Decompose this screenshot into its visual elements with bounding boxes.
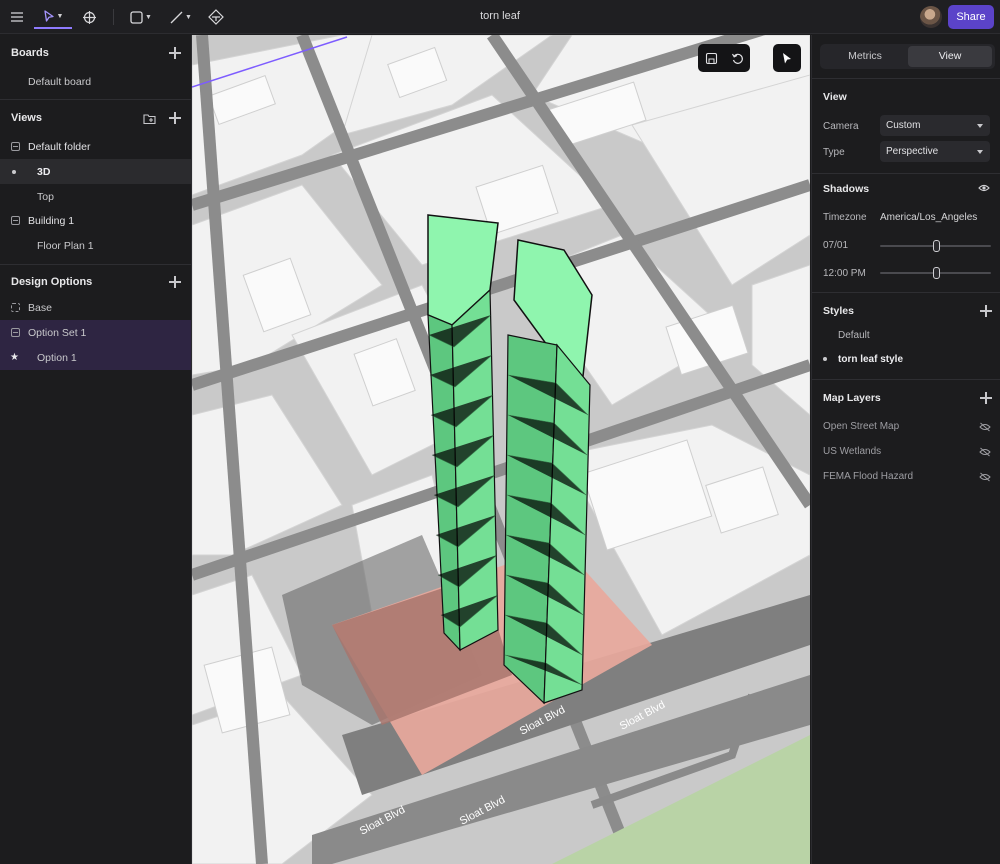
add-view-icon[interactable] <box>168 111 182 125</box>
add-layer-icon[interactable] <box>979 391 993 405</box>
share-button[interactable]: Share <box>948 5 994 29</box>
map-canvas[interactable]: Sloat Blvd Sloat Blvd Sloat Blvd Sloat B… <box>192 35 810 864</box>
folder-label: Building 1 <box>28 214 75 227</box>
board-item-label: Default board <box>28 75 92 88</box>
tab-metrics[interactable]: Metrics <box>823 46 907 67</box>
design-options-heading: Design Options <box>11 276 93 288</box>
shadows-heading: Shadows <box>823 183 870 195</box>
rectangle-tool-button[interactable]: ▼ <box>127 5 155 29</box>
design-option-set-1[interactable]: Option Set 1 <box>0 320 191 345</box>
type-label: Type <box>823 147 845 158</box>
folder-label: Default folder <box>28 140 91 153</box>
chevron-down-icon <box>977 124 983 128</box>
design-option-1[interactable]: ★ Option 1 <box>0 345 191 370</box>
top-toolbar: ▼ ▼ ▼ torn leaf Share <box>0 0 1000 34</box>
camera-value: Custom <box>886 120 921 131</box>
time-label: 12:00 PM <box>823 268 866 279</box>
view-toolbar <box>698 44 750 72</box>
slider-thumb[interactable] <box>932 267 940 279</box>
eye-off-icon[interactable] <box>979 472 991 482</box>
toolbar-divider <box>113 9 114 25</box>
base-icon <box>11 303 20 312</box>
map-layer-wetlands[interactable]: US Wetlands <box>812 444 1000 462</box>
line-icon <box>170 11 183 23</box>
view-label: Top <box>37 190 54 203</box>
view-item-3d[interactable]: 3D <box>0 159 191 184</box>
map-layers-heading: Map Layers <box>823 392 881 404</box>
board-item[interactable]: Default board <box>0 69 191 94</box>
camera-select[interactable]: Custom <box>880 115 990 136</box>
chevron-down-icon: ▼ <box>145 13 152 21</box>
option-label: Base <box>28 301 52 314</box>
divider <box>0 99 191 100</box>
chevron-down-icon: ▼ <box>185 13 192 21</box>
save-view-icon[interactable] <box>698 44 724 72</box>
views-heading: Views <box>11 112 42 124</box>
date-slider[interactable] <box>880 240 991 252</box>
pointer-icon <box>43 9 54 22</box>
divider <box>812 173 1000 174</box>
layer-label: FEMA Flood Hazard <box>823 471 914 482</box>
add-folder-icon[interactable] <box>143 113 156 125</box>
design-option-base[interactable]: Base <box>0 295 191 320</box>
add-style-icon[interactable] <box>979 304 993 318</box>
option-label: Option 1 <box>37 351 77 364</box>
pointer-tool-button[interactable]: ▼ <box>34 5 72 29</box>
rectangle-icon <box>130 10 143 24</box>
time-slider[interactable] <box>880 267 991 279</box>
views-folder-building-1[interactable]: Building 1 <box>0 208 191 233</box>
view-item-floor-plan-1[interactable]: Floor Plan 1 <box>0 233 191 258</box>
add-board-icon[interactable] <box>168 46 182 60</box>
divider <box>812 78 1000 79</box>
boards-heading: Boards <box>11 47 49 59</box>
divider <box>0 264 191 265</box>
select-cursor-icon[interactable] <box>773 44 801 72</box>
timezone-value[interactable]: America/Los_Angeles <box>880 212 977 223</box>
map-layer-fema[interactable]: FEMA Flood Hazard <box>812 469 1000 487</box>
camera-label: Camera <box>823 121 859 132</box>
divider <box>812 292 1000 293</box>
slider-thumb[interactable] <box>932 240 940 252</box>
star-icon: ★ <box>10 352 19 363</box>
layer-label: Open Street Map <box>823 421 900 432</box>
active-dot-icon <box>12 169 16 174</box>
line-tool-button[interactable]: ▼ <box>167 5 195 29</box>
reset-view-icon[interactable] <box>724 44 750 72</box>
divider <box>812 379 1000 380</box>
avatar[interactable] <box>920 6 942 28</box>
view-label: 3D <box>37 165 51 178</box>
view-label: Floor Plan 1 <box>37 239 94 252</box>
folder-icon <box>11 142 20 151</box>
move-icon[interactable] <box>80 5 98 29</box>
layer-label: US Wetlands <box>823 446 882 457</box>
option-label: Option Set 1 <box>28 326 87 339</box>
left-panel: Boards Default board Views Default folde… <box>0 35 192 864</box>
view-item-top[interactable]: Top <box>0 184 191 209</box>
shape-tool-icon[interactable] <box>207 5 225 29</box>
type-value: Perspective <box>886 146 939 157</box>
styles-heading: Styles <box>823 305 854 317</box>
right-panel: Metrics View View Camera Custom Type Per… <box>811 35 1000 864</box>
chevron-down-icon: ▼ <box>56 12 64 20</box>
style-item-default[interactable]: Default <box>838 330 870 341</box>
active-dot-icon <box>823 357 827 361</box>
menu-icon[interactable] <box>8 5 26 29</box>
type-select[interactable]: Perspective <box>880 141 990 162</box>
view-heading: View <box>823 91 847 103</box>
panel-tabs: Metrics View <box>820 44 995 69</box>
date-label: 07/01 <box>823 240 849 251</box>
folder-icon <box>11 216 20 225</box>
views-folder-default[interactable]: Default folder <box>0 134 191 159</box>
option-set-icon <box>11 328 20 337</box>
eye-icon[interactable] <box>978 183 990 193</box>
eye-off-icon[interactable] <box>979 422 991 432</box>
timezone-label: Timezone <box>823 212 867 223</box>
eye-off-icon[interactable] <box>979 447 991 457</box>
map-layer-osm[interactable]: Open Street Map <box>812 419 1000 437</box>
tab-view[interactable]: View <box>908 46 992 67</box>
chevron-down-icon <box>977 150 983 154</box>
add-design-option-icon[interactable] <box>168 275 182 289</box>
style-item-torn-leaf[interactable]: torn leaf style <box>838 354 903 365</box>
3d-viewport[interactable]: Sloat Blvd Sloat Blvd Sloat Blvd Sloat B… <box>192 35 810 864</box>
